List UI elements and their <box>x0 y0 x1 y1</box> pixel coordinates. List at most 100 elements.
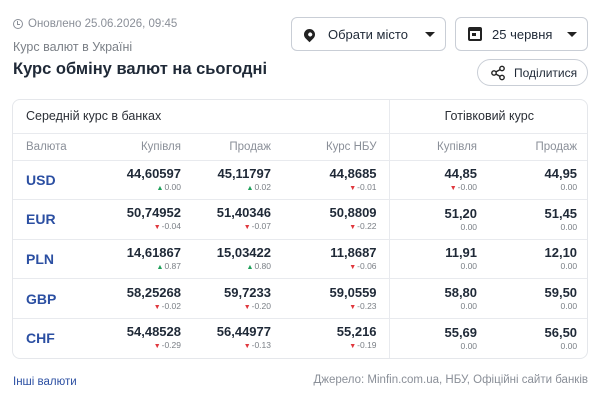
date-select-label: 25 червня <box>492 26 553 42</box>
bank-sell-change: ▲0.02 <box>193 182 271 194</box>
bank-buy-cell: 54,48528 ▼-0.29 <box>97 318 193 358</box>
caret-down-icon <box>567 31 577 37</box>
cash-sell-change-text: 0.00 <box>560 261 578 272</box>
cash-sell-value: 51,45 <box>544 205 578 221</box>
nbu-rate-change-text: -0.23 <box>357 300 377 311</box>
bank-buy-value: 44,60597 <box>126 165 181 181</box>
nbu-rate-value: 59,0559 <box>329 284 377 300</box>
bank-sell-cell: 56,44977 ▼-0.13 <box>193 318 283 358</box>
cash-sell-cell: 44,95 0.00 <box>489 160 587 201</box>
cash-buy-change: 0.00 <box>390 301 477 312</box>
cash-sell-change: 0.00 <box>489 301 578 312</box>
triangle-down-icon: ▼ <box>349 303 357 311</box>
triangle-down-icon: ▼ <box>243 224 251 232</box>
date-select[interactable]: 25 червня <box>455 17 588 51</box>
bank-sell-change: ▲0.80 <box>193 261 271 273</box>
exchange-rates-table: Середній курс в банках Готівковий курс В… <box>12 99 588 359</box>
bank-sell-change-text: -0.07 <box>251 221 271 232</box>
cash-sell-change: 0.00 <box>489 221 578 233</box>
share-button[interactable]: Поділитися <box>477 59 588 86</box>
nbu-rate-change: ▼-0.01 <box>283 182 376 194</box>
bank-sell-cell: 45,11797 ▲0.02 <box>193 160 283 201</box>
share-icon <box>491 65 505 80</box>
bank-sell-change-text: 0.80 <box>254 260 271 271</box>
nbu-rate-cell: 50,8809 ▼-0.22 <box>283 199 390 240</box>
cash-sell-value: 56,50 <box>544 324 578 340</box>
bank-sell-change: ▼-0.07 <box>193 221 271 233</box>
triangle-down-icon: ▼ <box>349 184 357 192</box>
cash-sell-change-text: 0.00 <box>560 301 578 312</box>
bank-buy-value: 54,48528 <box>126 324 181 340</box>
clock-icon <box>13 19 23 29</box>
currency-code[interactable]: USD <box>13 160 97 201</box>
cash-sell-change-text: 0.00 <box>560 221 578 232</box>
bank-sell-value: 45,11797 <box>217 165 271 181</box>
nbu-rate-value: 55,216 <box>336 324 377 340</box>
cash-sell-change-text: 0.00 <box>560 182 578 193</box>
cash-sell-cell: 59,50 0.00 <box>489 278 587 319</box>
nbu-rate-change-text: -0.22 <box>357 221 377 232</box>
bank-buy-change: ▼-0.29 <box>97 340 181 352</box>
bank-buy-change: ▲0.87 <box>97 261 181 273</box>
nbu-rate-value: 50,8809 <box>329 205 377 221</box>
bank-buy-value: 14,61867 <box>126 244 181 260</box>
cash-sell-cell: 12,10 0.00 <box>489 239 587 280</box>
cash-sell-value: 12,10 <box>544 245 578 261</box>
cash-buy-cell: 58,80 0.00 <box>389 278 490 319</box>
table-row: GBP 58,25268 ▼-0.02 59,7233 ▼-0.20 59,0559 ▼-0… <box>13 278 587 319</box>
cash-sell-change: 0.00 <box>489 182 578 193</box>
nbu-rate-value: 44,8685 <box>329 165 377 181</box>
bank-buy-change: ▼-0.04 <box>97 221 181 233</box>
bank-sell-value: 59,7233 <box>224 284 271 300</box>
group-header-bank-average: Середній курс в банках <box>13 100 390 134</box>
cash-buy-change-text: 0.00 <box>460 340 478 351</box>
table-row: CHF 54,48528 ▼-0.29 56,44977 ▼-0.13 55,216 ▼-0… <box>13 318 587 358</box>
nbu-rate-change-text: -0.19 <box>357 340 377 351</box>
cash-sell-cell: 56,50 0.00 <box>489 318 587 358</box>
cash-sell-change: 0.00 <box>489 261 578 272</box>
cash-buy-value: 58,80 <box>444 285 478 301</box>
cash-buy-value: 11,91 <box>445 245 478 261</box>
triangle-down-icon: ▼ <box>349 343 357 351</box>
last-updated: Оновлено 25.06.2026, 09:45 <box>13 18 177 30</box>
nbu-rate-change: ▼-0.22 <box>283 221 377 233</box>
currency-code[interactable]: EUR <box>13 199 97 240</box>
cash-sell-change-text: 0.00 <box>560 340 578 351</box>
bank-sell-cell: 15,03422 ▲0.80 <box>193 239 283 280</box>
other-currencies-link[interactable]: Інші валюти <box>13 376 77 388</box>
column-header-cash-sell: Продаж <box>489 133 587 161</box>
table-row: EUR 50,74952 ▼-0.04 51,40346 ▼-0.07 50,8809 ▼-… <box>13 199 587 240</box>
currency-code[interactable]: GBP <box>13 278 97 319</box>
nbu-rate-cell: 59,0559 ▼-0.23 <box>283 278 390 319</box>
column-header-cash-buy: Купівля <box>389 133 490 161</box>
city-select[interactable]: Обрати місто <box>291 17 446 51</box>
nbu-rate-change: ▼-0.19 <box>283 340 377 352</box>
cash-buy-value: 51,20 <box>444 205 478 221</box>
currency-code[interactable]: CHF <box>13 318 97 358</box>
cash-buy-cell: 55,69 0.00 <box>389 318 489 358</box>
cash-buy-value: 55,69 <box>444 324 478 340</box>
nbu-rate-change: ▼-0.23 <box>283 300 377 313</box>
cash-buy-cell: 44,85 ▼-0.00 <box>389 160 490 201</box>
page-title: Курс обміну валют на сьогодні <box>13 60 268 78</box>
nbu-rate-cell: 44,8685 ▼-0.01 <box>283 160 390 201</box>
calendar-icon <box>468 27 482 41</box>
column-header-currency: Валюта <box>13 133 97 161</box>
bank-buy-change: ▲0.00 <box>97 182 181 194</box>
currency-code[interactable]: PLN <box>13 239 97 280</box>
cash-buy-cell: 11,91 0.00 <box>389 239 490 280</box>
cash-buy-change-text: 0.00 <box>460 261 478 272</box>
bank-buy-value: 58,25268 <box>126 284 181 300</box>
cash-sell-change: 0.00 <box>489 340 578 352</box>
bank-sell-change-text: -0.20 <box>251 300 271 311</box>
cash-buy-cell: 51,20 0.00 <box>389 199 490 240</box>
bank-sell-cell: 59,7233 ▼-0.20 <box>193 278 283 319</box>
triangle-down-icon: ▼ <box>349 224 357 232</box>
column-header-nbu: Курс НБУ <box>283 133 390 161</box>
breadcrumb[interactable]: Курс валют в Україні <box>13 40 132 54</box>
triangle-down-icon: ▼ <box>349 263 357 271</box>
bank-sell-change: ▼-0.13 <box>193 340 271 352</box>
cash-buy-change: 0.00 <box>390 261 478 272</box>
bank-sell-value: 56,44977 <box>216 324 271 340</box>
triangle-up-icon: ▲ <box>246 184 254 192</box>
